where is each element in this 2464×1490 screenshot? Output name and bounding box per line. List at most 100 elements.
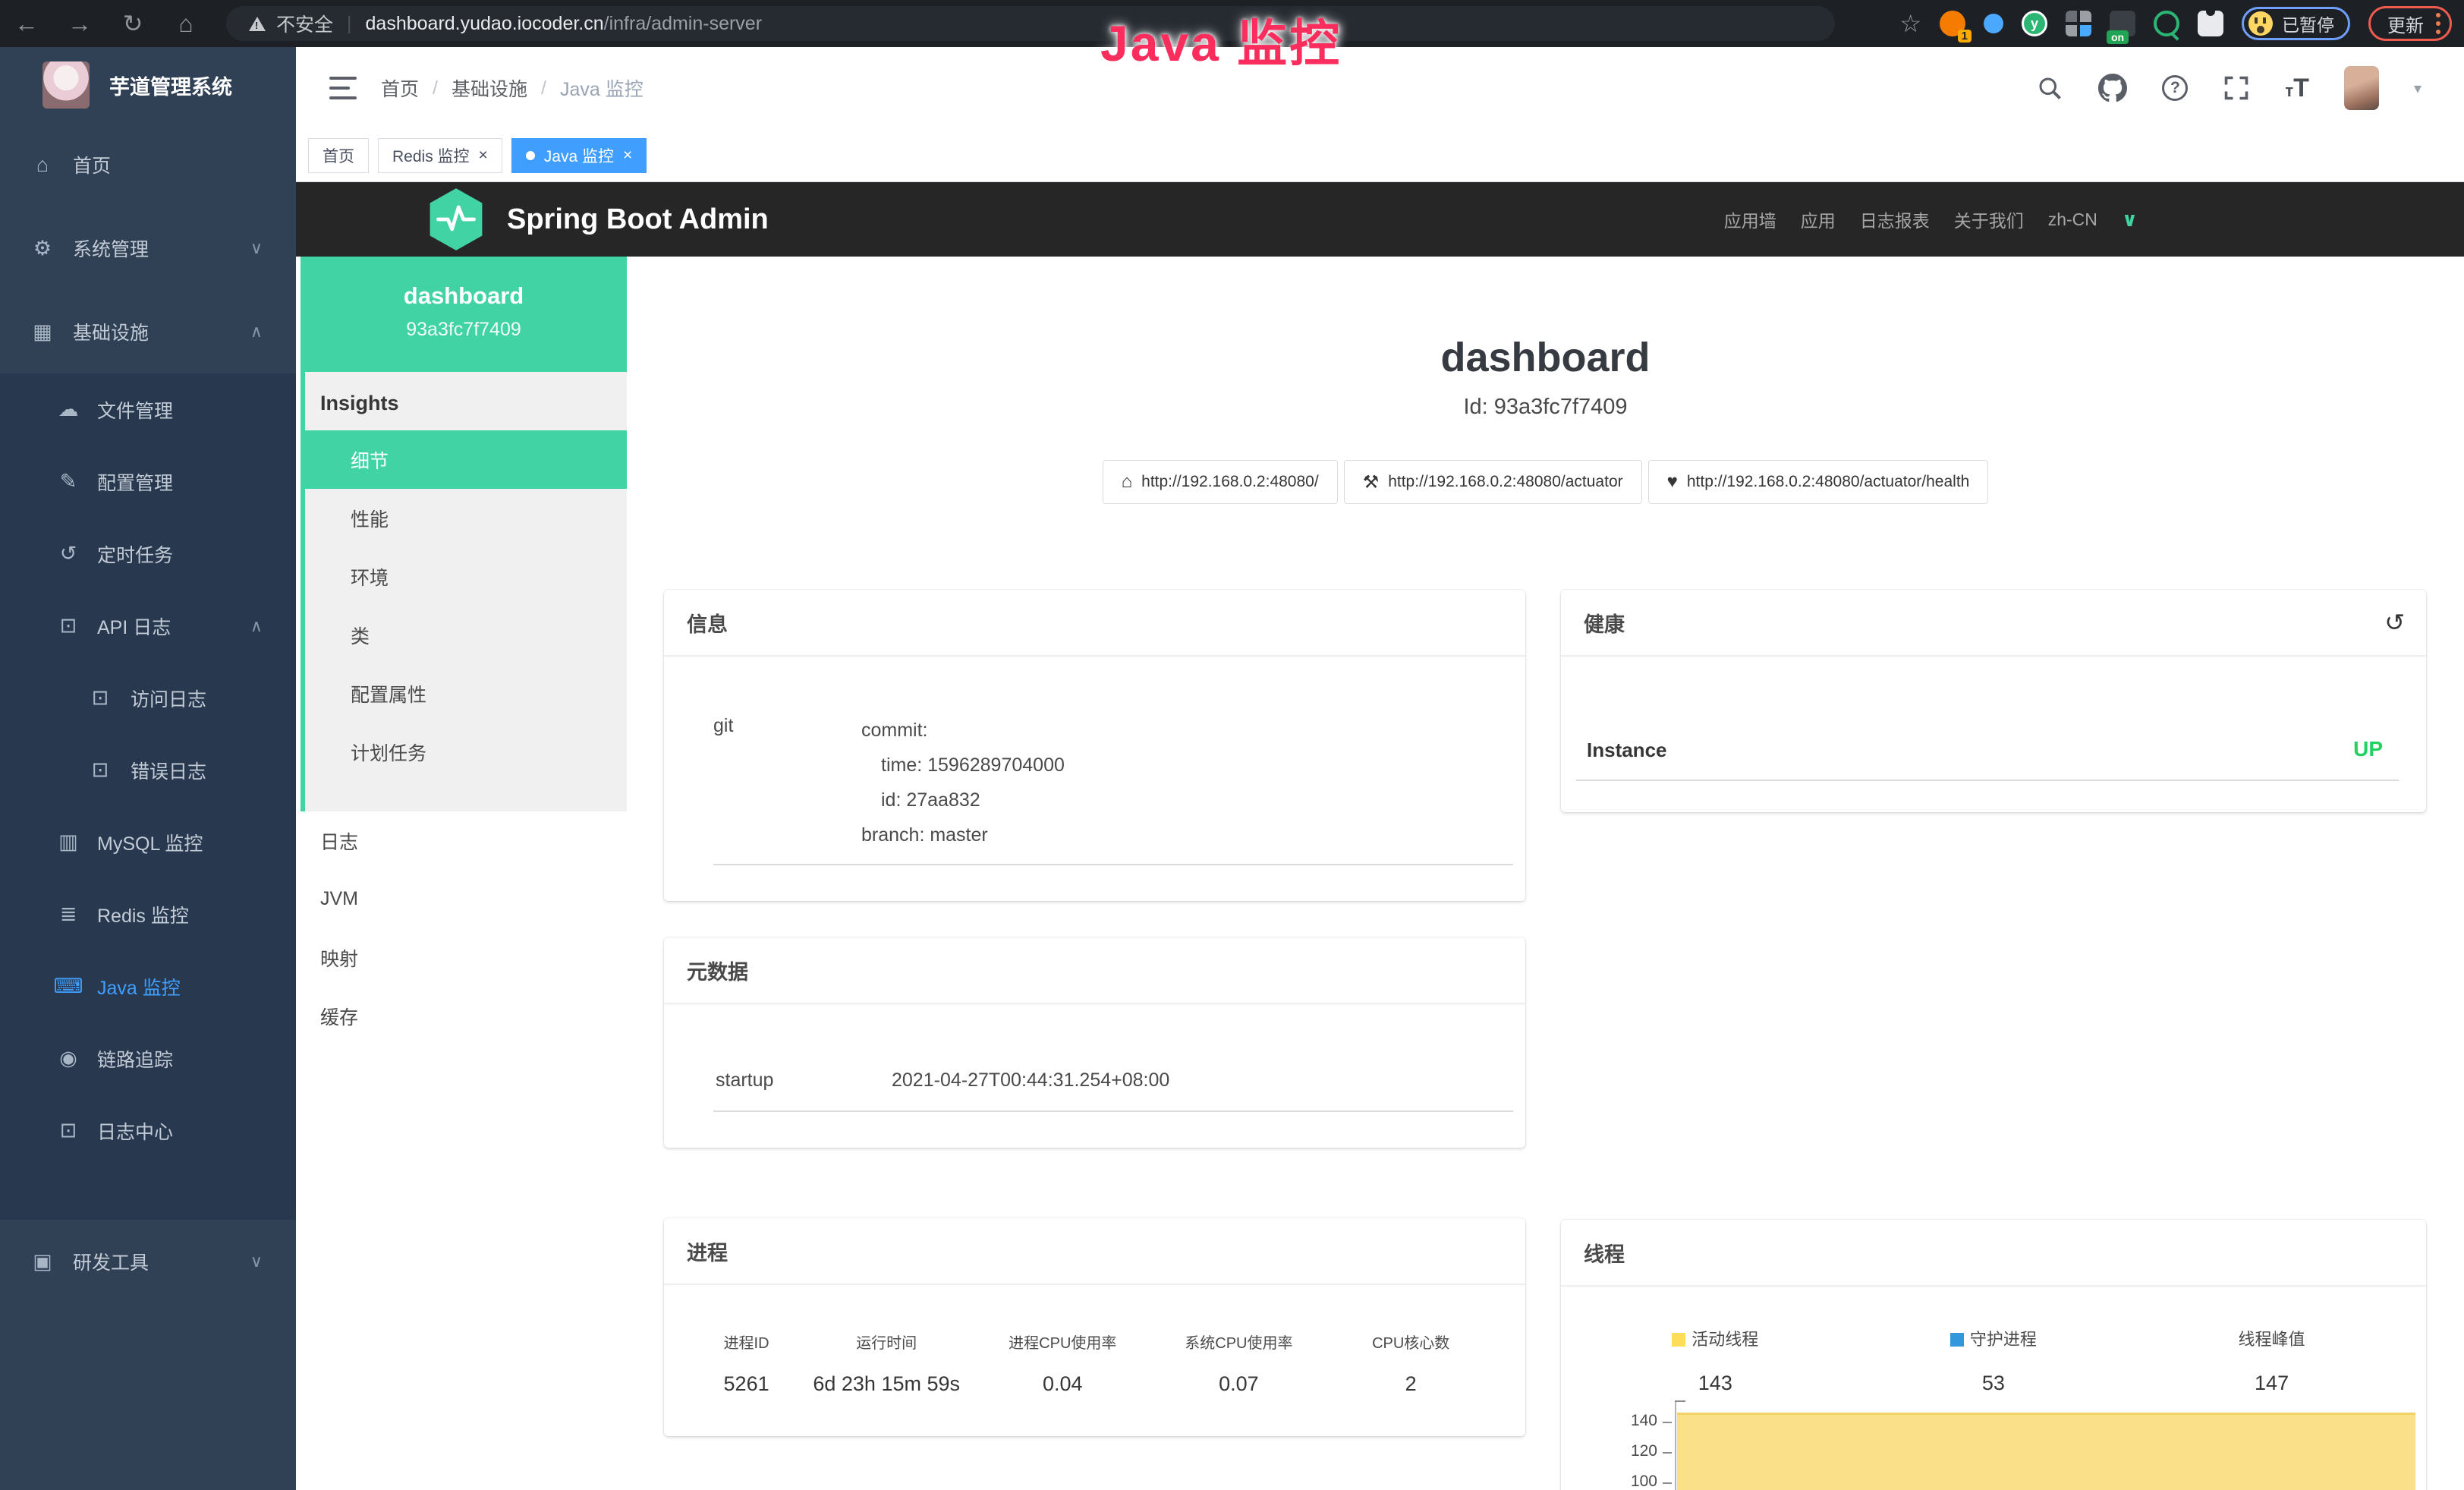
sidebar-item-label: 定时任务 [97, 540, 173, 568]
tab-home[interactable]: 首页 [308, 138, 369, 173]
sidebar-item-mysql-monitor[interactable]: ▥ MySQL 监控 [0, 806, 296, 878]
sidebar-item-scheduled-jobs[interactable]: ↺ 定时任务 [0, 518, 296, 590]
git-commit-line: commit: [861, 713, 1065, 748]
sba-item-mappings[interactable]: 映射 [301, 928, 627, 987]
git-id-line: id: 27aa832 [861, 783, 1065, 817]
health-url-button[interactable]: ♥ http://192.168.0.2:48080/actuator/heal… [1648, 460, 1989, 504]
metadata-row-value: 2021-04-27T00:44:31.254+08:00 [892, 1069, 1169, 1092]
sba-nav-journal[interactable]: 日志报表 [1860, 206, 1930, 232]
sidebar-item-files[interactable]: ☁ 文件管理 [0, 373, 296, 446]
heart-icon: ♥ [1667, 471, 1678, 493]
app-logo-row[interactable]: 芋道管理系统 [0, 47, 296, 123]
y-axis-line [1675, 1400, 1676, 1490]
extension-switch-icon[interactable]: on [2110, 11, 2135, 36]
kebab-menu-icon[interactable] [2436, 13, 2440, 34]
sba-item-jvm[interactable]: JVM [301, 870, 627, 928]
help-icon[interactable]: ? [2162, 75, 2188, 101]
sidebar-item-java-monitor[interactable]: ⌨ Java 监控 [0, 950, 296, 1022]
sba-brand[interactable]: Spring Boot Admin [426, 182, 769, 257]
sidebar-item-label: API 日志 [97, 613, 171, 640]
sba-item-classes[interactable]: 类 [305, 606, 627, 664]
fullscreen-icon[interactable] [2223, 74, 2250, 102]
sidebar-item-log-center[interactable]: ⊡ 日志中心 [0, 1095, 296, 1167]
column-header: CPU核心数 [1326, 1331, 1495, 1353]
sidebar-item-label: 首页 [73, 151, 111, 178]
address-separator: | [347, 13, 352, 35]
extension-y-icon[interactable]: y [2022, 11, 2047, 36]
tab-java-monitor[interactable]: Java 监控 × [511, 138, 647, 173]
sidebar-item-infra[interactable]: ▦ 基础设施 ∧ [0, 290, 296, 373]
actuator-url-button[interactable]: ⚒ http://192.168.0.2:48080/actuator [1344, 460, 1642, 504]
user-avatar[interactable] [2344, 66, 2379, 110]
sba-item-config-props[interactable]: 配置属性 [305, 664, 627, 723]
sidebar-item-label: 研发工具 [73, 1248, 149, 1275]
chevron-down-icon[interactable]: ∨ [2122, 208, 2138, 232]
java-monitor-icon: ⌨ [52, 975, 85, 998]
font-size-icon[interactable]: тT [2285, 74, 2309, 103]
sidebar-item-error-log[interactable]: ⊡ 错误日志 [0, 734, 296, 806]
y-axis-tick [1663, 1422, 1672, 1423]
instance-header[interactable]: dashboard 93a3fc7f7409 [301, 257, 627, 372]
sba-brand-title: Spring Boot Admin [507, 203, 769, 236]
reload-icon[interactable]: ↻ [106, 9, 159, 38]
sidebar-item-system[interactable]: ⚙ 系统管理 ∨ [0, 206, 296, 290]
service-url-button[interactable]: ⌂ http://192.168.0.2:48080/ [1103, 460, 1338, 504]
update-label: 更新 [2387, 11, 2424, 37]
sidebar-item-tracing[interactable]: ◉ 链路追踪 [0, 1022, 296, 1095]
browser-actions: ☆ 1 y on 已暂停 更新 [1899, 0, 2452, 47]
yellow-legend-swatch-icon [1672, 1333, 1685, 1347]
url-path: /infra/admin-server [604, 13, 762, 35]
sba-item-environment[interactable]: 环境 [305, 547, 627, 606]
sidebar-item-api-log[interactable]: ⊡ API 日志 ∧ [0, 590, 296, 662]
security-label[interactable]: 不安全 [276, 10, 333, 37]
profile-chip[interactable]: 已暂停 [2242, 7, 2350, 40]
caret-down-icon[interactable]: ▾ [2414, 79, 2422, 98]
sba-sidebar: dashboard 93a3fc7f7409 Insights 细节 性能 环境… [301, 257, 627, 1490]
collapse-sidebar-icon[interactable] [329, 77, 357, 99]
breadcrumb-home[interactable]: 首页 [381, 74, 419, 102]
search-icon[interactable] [2036, 74, 2063, 102]
sba-nav-about[interactable]: 关于我们 [1954, 206, 2024, 232]
tab-label: Java 监控 [544, 144, 614, 167]
sba-item-metrics[interactable]: 性能 [305, 489, 627, 547]
extension-search-icon[interactable] [2154, 11, 2179, 36]
sba-nav-wallboard[interactable]: 应用墙 [1724, 206, 1776, 232]
sidebar-item-label: 文件管理 [97, 396, 173, 424]
sba-nav-applications[interactable]: 应用 [1801, 206, 1836, 232]
on-badge: on [2107, 30, 2129, 44]
close-icon[interactable]: × [623, 146, 632, 165]
sidebar-item-dev-tools[interactable]: ▣ 研发工具 ∨ [0, 1220, 296, 1303]
sba-item-caches[interactable]: 缓存 [301, 987, 627, 1045]
sba-nav-language[interactable]: zh-CN [2048, 209, 2097, 230]
annotation-overlay: Java 监控 [1100, 3, 1342, 76]
health-history-icon[interactable]: ↺ [2384, 608, 2405, 637]
github-icon[interactable] [2098, 74, 2127, 102]
tab-redis-monitor[interactable]: Redis 监控 × [378, 138, 502, 173]
extension-grid-icon[interactable] [2066, 11, 2091, 36]
process-card-title: 进程 [664, 1218, 1525, 1285]
sba-item-scheduled-tasks[interactable]: 计划任务 [305, 723, 627, 781]
sidebar-item-redis-monitor[interactable]: ≣ Redis 监控 [0, 878, 296, 950]
sidebar-item-home[interactable]: ⌂ 首页 [0, 123, 296, 206]
infra-submenu: ☁ 文件管理 ✎ 配置管理 ↺ 定时任务 ⊡ API 日志 ∧ ⊡ 访问日志 ⊡ [0, 373, 296, 1220]
threads-legend: 活动线程 143 守护进程 53 线程峰值 147 [1576, 1326, 2411, 1395]
sidebar-item-label: 错误日志 [131, 757, 206, 784]
close-icon[interactable]: × [479, 146, 488, 165]
sidebar-item-access-log[interactable]: ⊡ 访问日志 [0, 662, 296, 734]
bookmark-star-icon[interactable]: ☆ [1899, 9, 1921, 38]
browser-home-icon[interactable]: ⌂ [159, 10, 212, 38]
sba-item-logs[interactable]: 日志 [301, 811, 627, 870]
update-button[interactable]: 更新 [2368, 6, 2452, 41]
extensions-puzzle-icon[interactable] [2198, 11, 2223, 36]
extension-pin-icon[interactable] [1984, 14, 2003, 33]
layers-icon: ≣ [52, 903, 85, 926]
sidebar-item-config[interactable]: ✎ 配置管理 [0, 446, 296, 518]
sba-item-details[interactable]: 细节 [301, 430, 627, 489]
metadata-row-label: startup [716, 1069, 773, 1092]
breadcrumb-infra[interactable]: 基础设施 [452, 74, 527, 102]
sidebar-item-label: Java 监控 [97, 973, 181, 1000]
address-bar[interactable]: 不安全 | dashboard.yudao.iocoder.cn /infra/… [226, 6, 1835, 41]
back-icon[interactable]: ← [0, 10, 53, 38]
extension-adguard-icon[interactable]: 1 [1940, 11, 1965, 36]
forward-icon[interactable]: → [53, 10, 106, 38]
